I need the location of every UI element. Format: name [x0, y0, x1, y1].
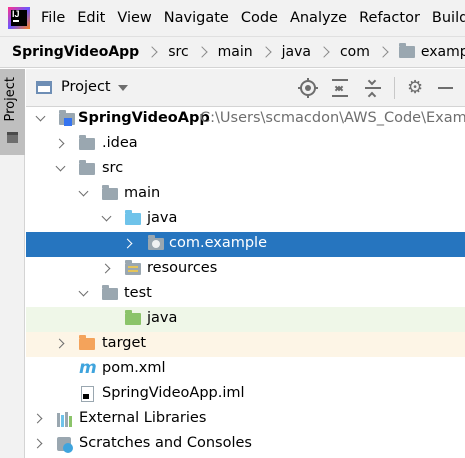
tree-row-idea[interactable]: .idea — [26, 132, 465, 157]
header-divider — [394, 77, 395, 99]
project-tool-tab-label: Project — [3, 77, 18, 122]
tree-row-scratches[interactable]: Scratches and Consoles — [26, 432, 465, 457]
test-folder-icon — [125, 310, 141, 325]
chevron-right-icon[interactable] — [122, 238, 133, 249]
tree-label-src: src — [102, 160, 124, 176]
menu-code[interactable]: Code — [241, 10, 286, 26]
package-icon — [148, 235, 164, 250]
menu-view[interactable]: View — [117, 10, 159, 26]
breadcrumb-src[interactable]: src — [168, 44, 188, 60]
folder-icon — [79, 135, 95, 150]
breadcrumb: SpringVideoApp src main java com example — [0, 36, 465, 68]
breadcrumb-project[interactable]: SpringVideoApp — [12, 44, 139, 60]
collapse-all-icon[interactable] — [363, 76, 383, 101]
minimize-icon[interactable] — [436, 78, 456, 98]
tree-row-src[interactable]: src — [26, 157, 465, 182]
menu-analyze[interactable]: Analyze — [290, 10, 355, 26]
gear-icon[interactable]: ⚙ — [405, 78, 425, 98]
scratches-icon — [57, 437, 73, 453]
tree-label-target: target — [102, 335, 147, 351]
tree-label-java-test: java — [147, 310, 178, 326]
tree-label-java-main: java — [147, 210, 178, 226]
chevron-right-icon[interactable] — [32, 438, 43, 449]
tree-label-test: test — [124, 285, 152, 301]
folder-icon — [102, 285, 118, 300]
module-folder-icon — [59, 110, 75, 126]
chevron-down-icon[interactable] — [55, 161, 66, 172]
breadcrumb-chevron-icon — [259, 46, 272, 58]
folder-icon — [79, 160, 95, 175]
project-view-selector[interactable]: Project — [61, 79, 111, 95]
chevron-down-icon[interactable] — [35, 111, 46, 122]
project-view-icon — [36, 81, 52, 94]
tree-row-pom[interactable]: m pom.xml — [26, 357, 465, 382]
breadcrumb-com[interactable]: com — [340, 44, 370, 60]
chevron-down-icon[interactable] — [101, 211, 112, 222]
menu-navigate[interactable]: Navigate — [164, 10, 237, 26]
project-tool-tab[interactable]: Project — [0, 69, 25, 155]
breadcrumb-example[interactable]: example — [421, 44, 465, 60]
maven-icon: m — [79, 358, 97, 378]
tree-label-idea: .idea — [102, 135, 138, 151]
chevron-right-icon[interactable] — [100, 263, 111, 274]
breadcrumb-chevron-icon — [377, 46, 389, 58]
libraries-icon — [57, 411, 75, 427]
breadcrumb-chevron-icon — [146, 46, 158, 58]
tree-row-java-main[interactable]: java — [26, 207, 465, 232]
folder-icon — [398, 43, 415, 58]
chevron-down-icon[interactable] — [78, 286, 89, 297]
breadcrumb-chevron-icon — [318, 46, 330, 58]
menu-bar: IJ File Edit View Navigate Code Analyze … — [0, 0, 465, 36]
breadcrumb-chevron-icon — [195, 46, 208, 58]
source-folder-icon — [125, 210, 141, 225]
tree-row-target[interactable]: target — [26, 332, 465, 357]
tree-label-project-root: SpringVideoApp — [78, 110, 210, 126]
project-panel-header: Project ⚙ — [26, 69, 465, 107]
chevron-down-icon[interactable] — [78, 186, 89, 197]
breadcrumb-main[interactable]: main — [218, 44, 253, 60]
intellij-logo-icon: IJ — [8, 7, 30, 29]
resources-folder-icon — [125, 260, 141, 275]
tree-label-package: com.example — [169, 235, 267, 251]
tree-label-main: main — [124, 185, 161, 201]
menu-refactor[interactable]: Refactor — [359, 10, 428, 26]
menu-build[interactable]: Build — [432, 10, 465, 26]
tree-row-java-test[interactable]: java — [26, 307, 465, 332]
folder-icon — [102, 185, 118, 200]
tree-label-pom: pom.xml — [102, 360, 166, 376]
chevron-right-icon[interactable] — [54, 338, 65, 349]
tree-row-test[interactable]: test — [26, 282, 465, 307]
breadcrumb-java[interactable]: java — [282, 44, 311, 60]
tree-row-iml[interactable]: SpringVideoApp.iml — [26, 382, 465, 407]
excluded-folder-icon — [79, 335, 95, 350]
tree-row-main[interactable]: main — [26, 182, 465, 207]
project-tree: SpringVideoApp C:\Users\scmacdon\AWS_Cod… — [26, 107, 465, 458]
tree-row-resources[interactable]: resources — [26, 257, 465, 282]
tree-label-resources: resources — [147, 260, 218, 276]
chevron-down-icon[interactable] — [118, 85, 128, 91]
tree-row-project-root[interactable]: SpringVideoApp C:\Users\scmacdon\AWS_Cod… — [26, 107, 465, 132]
menu-file[interactable]: File — [41, 10, 73, 26]
iml-file-icon — [81, 386, 94, 402]
tree-project-path: C:\Users\scmacdon\AWS_Code\Examples — [200, 110, 465, 126]
tree-row-package-selected[interactable]: com.example — [26, 232, 465, 257]
menu-edit[interactable]: Edit — [77, 10, 113, 26]
locate-icon[interactable] — [298, 78, 318, 98]
tree-label-scratches: Scratches and Consoles — [79, 435, 252, 451]
tool-window-strip: Project — [0, 69, 25, 458]
tree-row-external-libraries[interactable]: External Libraries — [26, 407, 465, 432]
chevron-right-icon[interactable] — [54, 138, 65, 149]
tree-label-iml: SpringVideoApp.iml — [102, 385, 245, 401]
folder-icon — [7, 132, 18, 143]
expand-all-icon[interactable] — [330, 78, 350, 98]
tree-label-external-libraries: External Libraries — [79, 410, 207, 426]
chevron-right-icon[interactable] — [32, 413, 43, 424]
